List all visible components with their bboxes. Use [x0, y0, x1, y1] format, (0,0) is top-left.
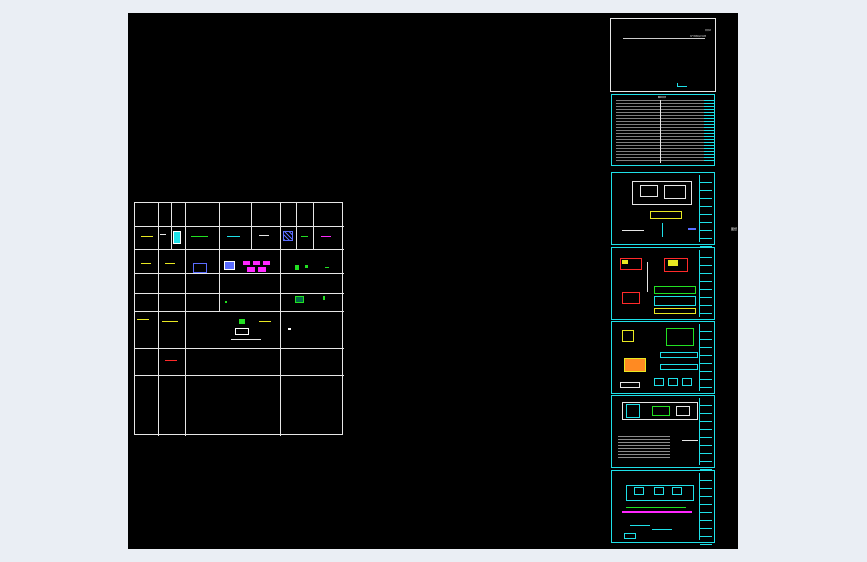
index-sheet[interactable]: 图纸目录 — [611, 94, 715, 166]
panel-symbol — [173, 231, 181, 244]
drawing-sheet-4[interactable] — [611, 247, 715, 322]
drawing-sheet-7[interactable] — [611, 470, 715, 545]
legend-table[interactable] — [134, 202, 344, 436]
drawing-sheet-6[interactable] — [611, 395, 715, 470]
drawing-sheet-3[interactable] — [611, 172, 715, 247]
cover-title-small: 某某机 — [704, 30, 711, 32]
index-header: 图纸目录 — [657, 97, 666, 99]
cover-sheet[interactable]: 某某机 电气控制设计说明 — [610, 18, 716, 92]
cad-model-space[interactable]: 某某机 电气控制设计说明 图纸目录 图纸 — [128, 13, 738, 549]
drawing-sheet-5[interactable] — [611, 321, 715, 396]
right-tag: 图纸 — [731, 227, 738, 231]
